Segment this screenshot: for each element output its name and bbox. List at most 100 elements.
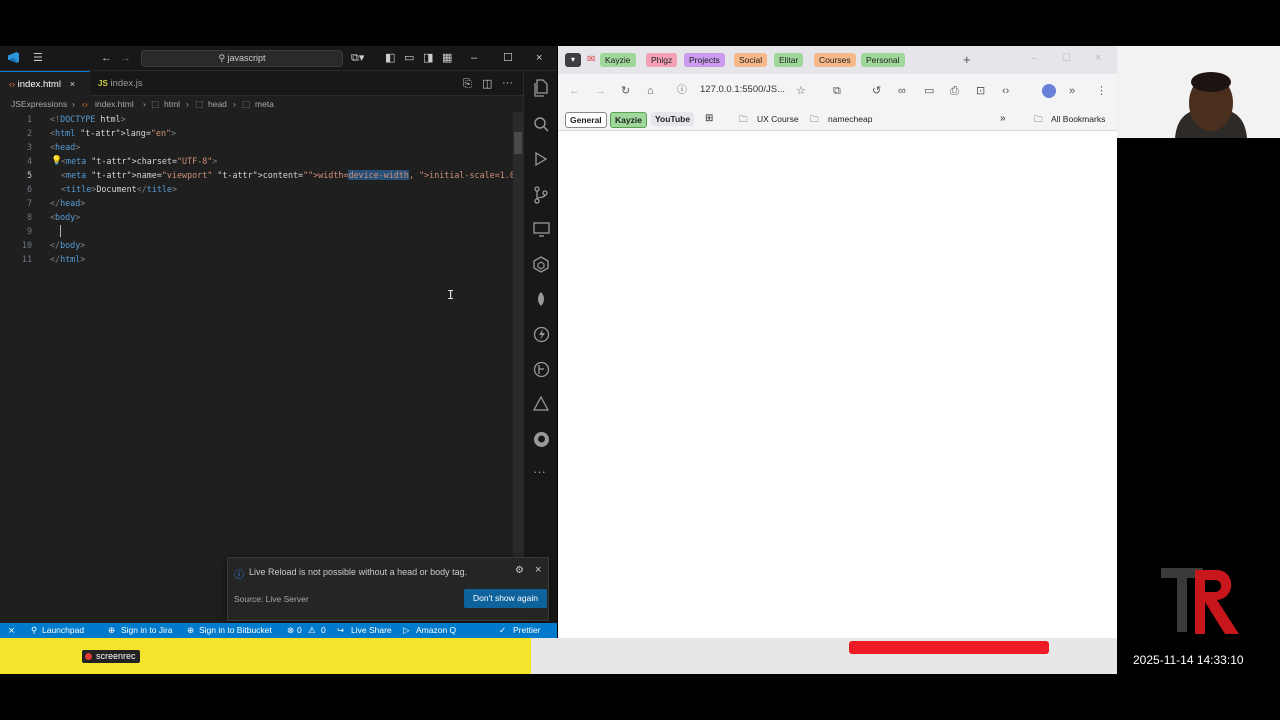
scrollbar-thumb[interactable] [514,132,522,154]
live-share-icon: ↪ [337,625,345,635]
site-info-icon[interactable]: ⓘ [677,84,687,98]
launchpad-icon: ⚲ [31,625,38,635]
github-icon[interactable] [533,431,550,448]
back-icon[interactable]: ← [569,84,580,98]
remote-explorer-icon[interactable] [533,221,550,237]
thunder-client-icon[interactable] [533,326,550,343]
dont-show-again-button[interactable]: Don't show again [464,589,547,608]
bookmark-youtube[interactable]: YouTube [651,112,695,126]
close-window-icon[interactable]: × [1095,52,1101,64]
new-tab-icon[interactable]: + [963,52,971,67]
tab-group-elitar[interactable]: Elitar [774,53,804,67]
tab-group-social[interactable]: Social [734,53,768,67]
tab-group-kayzie[interactable]: Kayzie [600,53,636,67]
breadcrumb-meta[interactable]: meta [255,97,274,112]
history-icon[interactable]: ↺ [872,84,881,98]
reload-icon[interactable]: ↻ [621,84,630,98]
menu-icon[interactable]: ☰ [33,51,43,65]
gitlens-icon[interactable] [533,361,550,378]
tab-group-personal[interactable]: Personal [861,53,905,67]
editor-scrollbar[interactable] [513,112,523,564]
bookmark-group-general[interactable]: General [565,112,607,128]
amazon-q-icon[interactable] [533,396,549,412]
devtools-icon[interactable]: ‹› [1002,84,1009,98]
forward-arrow-icon[interactable]: → [120,51,131,65]
breadcrumb-html[interactable]: html [164,97,180,112]
bookmark-star-icon[interactable]: ☆ [796,84,806,98]
tab-index-html[interactable]: ‹› index.html × [0,71,90,96]
bookmark-namecheap[interactable]: namecheap [828,112,872,126]
close-icon[interactable]: × [535,564,541,576]
maximize-icon[interactable]: ☐ [503,51,513,65]
print-icon[interactable]: ⎙ [950,84,959,98]
toggle-primary-sidebar-icon[interactable]: ◧ [385,51,395,65]
warning-count[interactable]: 0 [321,623,326,638]
live-share-item[interactable]: Live Share [351,623,392,638]
remote-icon[interactable]: ⨯ [8,623,15,638]
customize-layout-icon[interactable]: ▦ [442,51,452,65]
tab-search-icon[interactable]: ▾ [565,53,581,67]
forward-icon[interactable]: → [595,84,606,98]
open-preview-icon[interactable]: ⎘ [463,77,472,91]
extensions-icon[interactable] [533,256,549,273]
lightbulb-icon[interactable]: 💡 [51,156,62,166]
more-bookmarks-icon[interactable]: » [1000,112,1006,126]
browser-window: ▾ ✉ Kayzie Phigz Projects Social Elitar … [558,46,1117,638]
screenshot-icon[interactable]: ⊡ [976,84,985,98]
gear-icon[interactable]: ⚙ [515,565,524,576]
breadcrumb-head[interactable]: head [208,97,227,112]
text-cursor [60,225,61,237]
run-debug-icon[interactable] [533,151,549,167]
code-editor[interactable]: 1 2 3 4 5 6 7 8 9 10 11 <!DOCTYPE html> … [0,112,525,622]
page-viewport[interactable] [558,132,1117,638]
mongodb-leaf-icon[interactable] [533,291,549,309]
copilot-icon[interactable]: ⧉▾ [351,51,364,65]
notification-source: Source: Live Server [234,594,309,604]
link-icon[interactable]: ∞ [898,84,906,98]
tab-group-projects[interactable]: Projects [684,53,725,67]
amazon-q-item[interactable]: Amazon Q [416,623,456,638]
apps-grid-icon[interactable]: ⊞ [705,112,713,126]
split-editor-icon[interactable]: ◫ [482,77,492,91]
close-tab-icon[interactable]: × [70,79,76,90]
sign-in-jira-item[interactable]: Sign in to Jira [121,623,173,638]
toggle-secondary-sidebar-icon[interactable]: ◨ [423,51,433,65]
tab-group-phigz[interactable]: Phigz [646,53,678,67]
tab-index-js[interactable]: JS index.js [90,71,170,96]
profile-avatar[interactable] [1042,84,1056,98]
bookmark-group-kayzie[interactable]: Kayzie [610,112,647,128]
device-icon[interactable]: ▭ [924,84,934,98]
more-views-icon[interactable]: ··· [533,464,546,479]
sign-in-bitbucket-item[interactable]: Sign in to Bitbucket [199,623,272,638]
error-count[interactable]: 0 [297,623,302,638]
code-line: <html "t-attr">lang="en"> [50,128,177,138]
menu-kebab-icon[interactable]: ⋮ [1096,84,1107,98]
bookmark-all-bookmarks[interactable]: All Bookmarks [1051,112,1105,126]
home-icon[interactable]: ⌂ [647,84,654,98]
tab-group-courses[interactable]: Courses [814,53,856,67]
extensions-icon[interactable]: ⧉ [833,84,841,98]
element-icon: ⬚ [242,99,251,109]
minimize-icon[interactable]: – [1031,53,1037,64]
folder-icon: 🗀 [810,114,819,124]
minimize-icon[interactable]: – [471,51,477,65]
breadcrumb-file[interactable]: index.html [95,97,134,112]
source-control-icon[interactable] [533,186,549,204]
record-dot-icon [85,653,92,660]
toggle-panel-icon[interactable]: ▭ [404,51,414,65]
close-window-icon[interactable]: × [536,51,542,65]
search-icon[interactable] [533,116,549,132]
breadcrumb-folder[interactable]: JSExpressions [11,97,67,112]
command-center-search[interactable]: ⚲ javascript [141,50,343,67]
launchpad-item[interactable]: Launchpad [42,623,84,638]
maximize-icon[interactable]: ☐ [1062,53,1071,64]
code-line: <title>Document</title> [61,184,178,194]
more-actions-icon[interactable]: ··· [502,76,513,90]
explorer-icon[interactable] [533,79,549,97]
more-toolbar-icon[interactable]: » [1069,84,1075,98]
back-arrow-icon[interactable]: ← [101,51,112,65]
code-line: <meta "t-attr">charset="UTF-8"> [61,156,218,166]
gmail-icon[interactable]: ✉ [587,54,595,65]
prettier-item[interactable]: Prettier [513,623,540,638]
bookmark-ux-course[interactable]: UX Course [757,112,799,126]
